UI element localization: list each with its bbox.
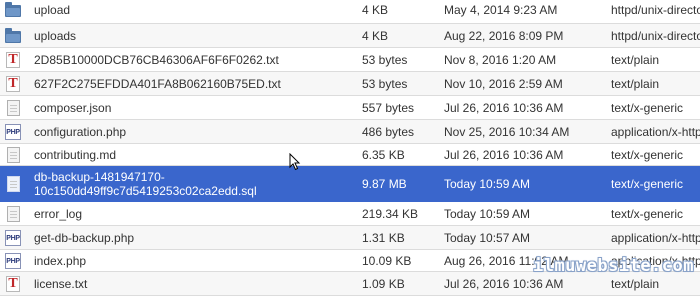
file-type: text/x-generic — [611, 147, 684, 162]
table-row[interactable]: contributing.md 6.35 KB Jul 26, 2016 10:… — [0, 144, 700, 166]
generic-file-icon — [6, 146, 20, 163]
file-modified: Today 10:59 AM — [444, 206, 531, 221]
file-type: application/x-httpd-php — [611, 124, 700, 139]
table-row[interactable]: PHP configuration.php 486 bytes Nov 25, … — [0, 120, 700, 144]
file-size: 557 bytes — [362, 100, 415, 115]
file-name[interactable]: composer.json — [34, 96, 354, 119]
file-type: text/plain — [611, 76, 660, 91]
file-name[interactable]: 627F2C275EFDDA401FA8B062160B75ED.txt — [34, 72, 354, 95]
table-row[interactable]: T 627F2C275EFDDA401FA8B062160B75ED.txt 5… — [0, 72, 700, 96]
file-size: 53 bytes — [362, 52, 408, 67]
file-modified: Today 10:59 AM — [444, 176, 531, 191]
file-size: 4 KB — [362, 2, 389, 17]
file-modified: Aug 22, 2016 8:09 PM — [444, 28, 564, 43]
table-row[interactable]: error_log 219.34 KB Today 10:59 AM text/… — [0, 202, 700, 226]
file-modified: Jul 26, 2016 10:36 AM — [444, 100, 564, 115]
file-name[interactable]: contributing.md — [34, 144, 354, 165]
file-name[interactable]: configuration.php — [34, 120, 354, 143]
file-name[interactable]: 2D85B10000DCB76CB46306AF6F6F0262.txt — [34, 48, 354, 71]
file-type: httpd/unix-directory — [611, 28, 700, 43]
generic-file-icon — [6, 205, 20, 222]
file-modified: Nov 10, 2016 2:59 AM — [444, 76, 563, 91]
text-file-icon: T — [6, 275, 20, 292]
file-size: 9.87 MB — [362, 176, 407, 191]
file-type: text/x-generic — [611, 176, 684, 191]
file-size: 4 KB — [362, 28, 389, 43]
file-type: application/x-httpd-php — [611, 230, 700, 245]
file-name[interactable]: license.txt — [34, 272, 354, 295]
file-type: text/x-generic — [611, 206, 684, 221]
table-row-selected[interactable]: db-backup-1481947170- 10c150dd49ff9c7d54… — [0, 166, 700, 202]
file-size: 1.09 KB — [362, 276, 405, 291]
php-file-icon: PHP — [5, 252, 21, 269]
text-file-icon: T — [6, 51, 20, 68]
text-file-icon: T — [6, 75, 20, 92]
generic-file-icon — [6, 99, 20, 116]
folder-icon — [5, 27, 21, 43]
file-type: httpd/unix-directory — [611, 2, 700, 17]
file-size: 10.09 KB — [362, 253, 412, 268]
file-size: 219.34 KB — [362, 206, 419, 221]
file-type: text/plain — [611, 52, 660, 67]
file-modified: Nov 25, 2016 10:34 AM — [444, 124, 570, 139]
php-file-icon: PHP — [5, 229, 21, 246]
table-row[interactable]: composer.json 557 bytes Jul 26, 2016 10:… — [0, 96, 700, 120]
table-row[interactable]: uploads 4 KB Aug 22, 2016 8:09 PM httpd/… — [0, 24, 700, 48]
file-name[interactable]: uploads — [34, 24, 354, 47]
file-size: 53 bytes — [362, 76, 408, 91]
file-name[interactable]: db-backup-1481947170- 10c150dd49ff9c7d54… — [34, 166, 334, 201]
file-size: 6.35 KB — [362, 147, 405, 162]
folder-icon — [5, 1, 21, 17]
table-row[interactable]: T 2D85B10000DCB76CB46306AF6F6F0262.txt 5… — [0, 48, 700, 72]
file-name-line1: db-backup-1481947170- — [34, 169, 165, 184]
file-modified: Nov 8, 2016 1:20 AM — [444, 52, 557, 67]
file-size: 1.31 KB — [362, 230, 405, 245]
table-row[interactable]: upload 4 KB May 4, 2014 9:23 AM httpd/un… — [0, 0, 700, 24]
php-file-icon: PHP — [5, 123, 21, 140]
file-modified: Today 10:57 AM — [444, 230, 531, 245]
file-modified: May 4, 2014 9:23 AM — [444, 2, 558, 17]
file-name[interactable]: upload — [34, 0, 354, 23]
file-name[interactable]: error_log — [34, 202, 354, 225]
file-size: 486 bytes — [362, 124, 415, 139]
file-type: text/x-generic — [611, 100, 684, 115]
watermark: ilmuwebsite.com — [532, 256, 694, 276]
file-name[interactable]: get-db-backup.php — [34, 226, 354, 249]
table-row[interactable]: PHP get-db-backup.php 1.31 KB Today 10:5… — [0, 226, 700, 250]
generic-file-icon — [6, 175, 20, 192]
file-modified: Jul 26, 2016 10:36 AM — [444, 147, 564, 162]
file-name-line2: 10c150dd49ff9c7d5419253c02ca2edd.sql — [34, 183, 257, 198]
file-name[interactable]: index.php — [34, 250, 354, 271]
